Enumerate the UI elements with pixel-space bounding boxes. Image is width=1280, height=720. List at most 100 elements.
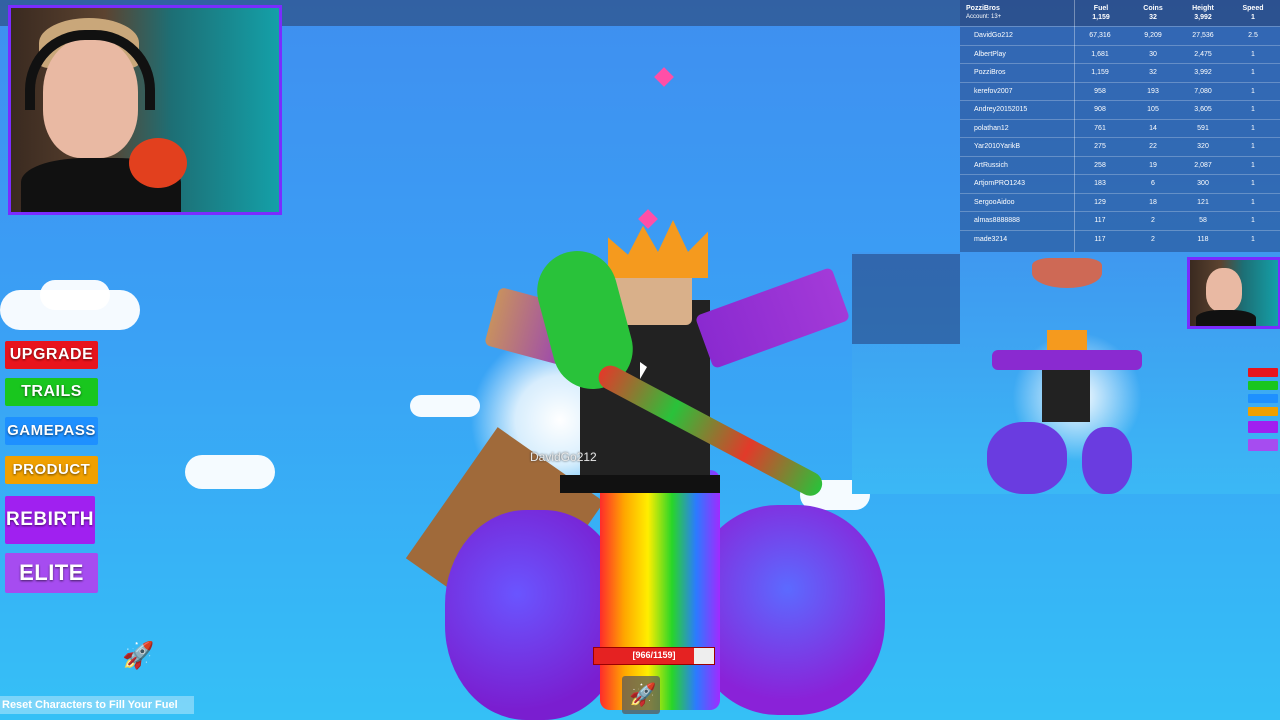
- height-cell: 7,080: [1194, 87, 1212, 95]
- gem-pickup: [654, 67, 674, 87]
- height-cell: 320: [1197, 143, 1209, 150]
- streamer-face: [1206, 268, 1242, 312]
- table-row: polathan12 761 14 591 1: [960, 118, 1280, 138]
- fuel-cell: 183: [1094, 180, 1106, 187]
- height-cell: 58: [1199, 217, 1207, 224]
- fuel-bar-label: [966/1159]: [632, 650, 676, 660]
- streamer-shirt: [1196, 310, 1256, 326]
- product-button[interactable]: PRODUCT: [5, 456, 98, 484]
- webcam-main: [8, 5, 282, 215]
- table-row: AlbertPlay 1,681 30 2,475 1: [960, 44, 1280, 64]
- height-cell: 591: [1197, 124, 1209, 132]
- leaderboard-header: PozziBros Account: 13+ Fuel Coins Height…: [960, 2, 1280, 24]
- player-name: Yar2010YarikB: [974, 143, 1021, 150]
- mini-trails-button[interactable]: [1248, 381, 1278, 390]
- fuel-cell: 67,316: [1089, 32, 1111, 39]
- player-name-tag: DavidGo212: [530, 450, 597, 464]
- left-leg-bulb: [445, 510, 625, 720]
- coins-cell: 9,209: [1144, 32, 1162, 39]
- coins-cell: 30: [1149, 50, 1157, 58]
- table-row: SergooAidoo 129 18 121 1: [960, 192, 1280, 212]
- fuel-cell: 1,681: [1091, 50, 1109, 58]
- player-name: kerefov2007: [974, 87, 1013, 95]
- mini-product-button[interactable]: [1248, 407, 1278, 416]
- table-row: ArtRussich 258 19 2,087 1: [960, 155, 1280, 175]
- fuel-cell: 258: [1094, 161, 1106, 169]
- cloud: [40, 280, 110, 310]
- speed-cell: 1: [1251, 198, 1255, 206]
- upgrade-button[interactable]: UPGRADE: [5, 341, 98, 369]
- rocket-icon: 🚀: [629, 682, 657, 707]
- my-speed: 1: [1251, 14, 1255, 21]
- cloud: [185, 455, 275, 489]
- height-cell: 3,605: [1194, 106, 1212, 113]
- coins-cell: 105: [1147, 106, 1159, 113]
- col-coins: Coins: [1143, 5, 1163, 12]
- fuel-cell: 129: [1094, 198, 1106, 206]
- speed-cell: 1: [1251, 87, 1255, 95]
- fuel-cell: 117: [1094, 217, 1106, 224]
- fuel-cell: 761: [1094, 124, 1106, 132]
- table-row: Yar2010YarikB 275 22 320 1: [960, 137, 1280, 156]
- trails-button[interactable]: TRAILS: [5, 378, 98, 406]
- crown: [608, 220, 708, 278]
- speed-cell: 1: [1251, 217, 1255, 224]
- height-cell: 118: [1197, 235, 1209, 243]
- player-name: ArtjomPRO1243: [974, 180, 1025, 187]
- table-row: PozziBros 1,159 32 3,992 1: [960, 63, 1280, 82]
- mini-avatar-arms: [992, 350, 1142, 370]
- fuel-cell: 275: [1094, 143, 1106, 150]
- my-height: 3,992: [1194, 14, 1212, 21]
- microphone: [129, 138, 187, 188]
- mini-rebirth-button[interactable]: [1248, 421, 1278, 433]
- my-fuel: 1,159: [1092, 14, 1110, 21]
- fuel-cell: 908: [1094, 106, 1106, 113]
- fuel-cell: 958: [1094, 87, 1106, 95]
- rebirth-button[interactable]: REBIRTH: [5, 496, 95, 544]
- player-name: ArtRussich: [974, 161, 1008, 169]
- rocket-icon: 🚀: [122, 640, 155, 670]
- fuel-cell: 117: [1094, 235, 1106, 243]
- player-name: PozziBros: [974, 69, 1006, 76]
- speed-cell: 1: [1251, 161, 1255, 169]
- mini-gamepass-button[interactable]: [1248, 394, 1278, 403]
- mini-leaderboard: [852, 254, 960, 344]
- coins-cell: 22: [1149, 143, 1157, 150]
- table-row: almas8888888 117 2 58 1: [960, 211, 1280, 230]
- height-cell: 27,536: [1192, 32, 1214, 39]
- speed-cell: 1: [1251, 50, 1255, 58]
- leaderboard: PozziBros Account: 13+ Fuel Coins Height…: [960, 0, 1280, 252]
- player-name: polathan12: [974, 124, 1009, 132]
- webcam-mini: [1187, 257, 1280, 329]
- fuel-cell: 1,159: [1091, 69, 1109, 76]
- gamepass-button[interactable]: GAMEPASS: [5, 417, 98, 445]
- table-row: DavidGo212 67,316 9,209 27,536 2.5: [960, 26, 1280, 45]
- speed-cell: 2.5: [1248, 32, 1258, 39]
- fuel-bar: [966/1159]: [593, 647, 715, 665]
- speed-cell: 1: [1251, 180, 1255, 187]
- speed-cell: 1: [1251, 124, 1255, 132]
- table-row: Andrey20152015 908 105 3,605 1: [960, 100, 1280, 119]
- mini-upgrade-button[interactable]: [1248, 368, 1278, 377]
- table-row: ArtjomPRO1243 183 6 300 1: [960, 174, 1280, 193]
- height-cell: 2,475: [1194, 50, 1212, 58]
- player-name: DavidGo212: [974, 32, 1013, 39]
- account-sub: Account: 13+: [966, 14, 1002, 20]
- speed-cell: 1: [1251, 69, 1255, 76]
- elite-button[interactable]: ELITE: [5, 553, 98, 593]
- speed-cell: 1: [1251, 106, 1255, 113]
- hotbar-slot[interactable]: 🚀: [622, 676, 660, 714]
- col-fuel: Fuel: [1093, 5, 1109, 12]
- col-speed: Speed: [1242, 5, 1264, 12]
- mini-elite-button[interactable]: [1248, 439, 1278, 451]
- speed-cell: 1: [1251, 143, 1255, 150]
- cursor-icon: [640, 362, 647, 379]
- coins-cell: 193: [1147, 87, 1159, 95]
- col-height: Height: [1192, 5, 1214, 12]
- coins-cell: 32: [1149, 69, 1157, 76]
- coins-cell: 18: [1149, 198, 1157, 206]
- table-row: made3214 117 2 118 1: [960, 229, 1280, 249]
- player-name: AlbertPlay: [974, 50, 1006, 58]
- coins-cell: 14: [1149, 124, 1157, 132]
- height-cell: 3,992: [1194, 69, 1212, 76]
